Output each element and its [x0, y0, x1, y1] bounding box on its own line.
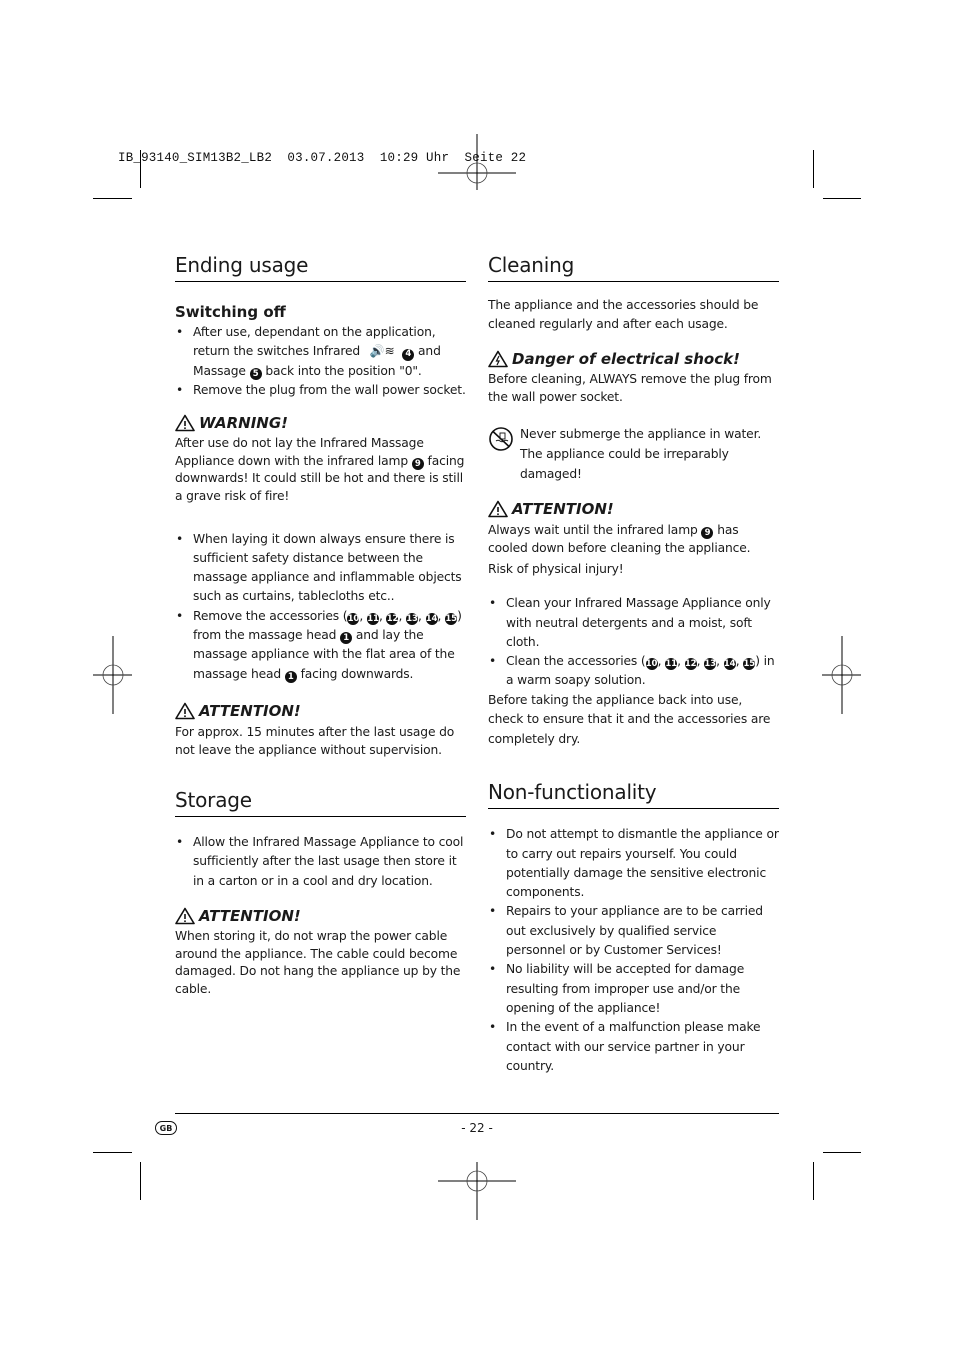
attention-text: For approx. 15 minutes after the last us… [175, 724, 455, 757]
part-number-badge: 4 [402, 348, 415, 361]
part-number-badge: 1 [284, 670, 297, 683]
no-submerge-line1: Never submerge the appliance in water. [520, 427, 762, 441]
crop-mark [93, 198, 132, 199]
warning-triangle-icon [488, 500, 508, 518]
heading-cleaning: Cleaning [488, 252, 779, 282]
section-non-functionality: Non-functionality Do not attempt to dism… [488, 779, 779, 1076]
attention-heading: ATTENTION! [488, 498, 779, 520]
registration-mark [438, 1162, 516, 1220]
list-item: Remove the plug from the wall power sock… [175, 381, 466, 401]
country-badge: GB [155, 1121, 177, 1135]
crop-mark [140, 1162, 141, 1200]
cleaning-intro: The appliance and the accessories should… [488, 298, 759, 331]
section-cleaning: Cleaning The appliance and the accessori… [488, 252, 779, 749]
list-item: Clean the accessories (10, 11, 12, 13, 1… [488, 652, 779, 691]
heading-non-functionality: Non-functionality [488, 779, 779, 810]
risk-text: Risk of physical injury! [488, 562, 624, 577]
accessory-badge: 15 [743, 658, 756, 671]
storage-list: Allow the Infrared Massage Appliance to … [175, 833, 466, 891]
accessory-badge: 10 [347, 613, 360, 625]
section-ending-usage: Ending usage Switching off After use, de… [175, 252, 466, 759]
attention-text: When storing it, do not wrap the power c… [175, 928, 461, 997]
cleaning-list: Clean your Infrared Massage Appliance on… [488, 594, 779, 690]
part-number-badge: 9 [411, 458, 424, 471]
part-number-badge: 1 [340, 632, 353, 645]
accessory-badge: 12 [684, 658, 697, 671]
attention-heading: ATTENTION! [175, 905, 466, 927]
accessory-badge: 14 [723, 658, 736, 671]
list-item: Remove the accessories (10, 11, 12, 13, … [175, 607, 466, 684]
page-number: - 22 - [461, 1121, 493, 1135]
warning-text: After use do not lay the Infrared Massag… [175, 436, 465, 503]
accessory-badge: 13 [704, 658, 717, 671]
list-item: When laying it down always ensure there … [175, 530, 466, 607]
footer-rule [175, 1113, 779, 1114]
infrared-icon: 🔊≋ [369, 344, 395, 359]
list-item: In the event of a malfunction please mak… [488, 1018, 779, 1076]
list-item: Clean your Infrared Massage Appliance on… [488, 594, 779, 652]
crop-mark [813, 150, 814, 188]
section-storage: Storage Allow the Infrared Massage Appli… [175, 787, 466, 999]
list-item: Allow the Infrared Massage Appliance to … [175, 833, 466, 891]
danger-heading: Danger of electrical shock! [488, 348, 779, 370]
subheading-switching-off: Switching off [175, 303, 286, 321]
registration-mark [93, 636, 132, 714]
warning-triangle-icon [175, 414, 195, 432]
non-functionality-list: Do not attempt to dismantle the applianc… [488, 825, 779, 1076]
list-item: Repairs to your appliance are to be carr… [488, 902, 779, 960]
heading-storage: Storage [175, 787, 466, 817]
cleaning-outro: Before taking the appliance back into us… [488, 692, 771, 746]
part-number-badge: 5 [249, 367, 262, 380]
list-item: No liability will be accepted for damage… [488, 960, 779, 1018]
no-submerge-line2: The appliance could be irreparably damag… [520, 447, 729, 481]
accessory-badge: 15 [445, 613, 458, 625]
crop-mark [140, 150, 141, 188]
accessory-badge: 13 [406, 613, 419, 625]
heading-ending-usage: Ending usage [175, 252, 466, 282]
left-column: Ending usage Switching off After use, de… [175, 252, 466, 999]
warning-triangle-icon [175, 907, 195, 925]
danger-text: Before cleaning, ALWAYS remove the plug … [488, 372, 772, 404]
part-number-badge: 9 [701, 527, 714, 540]
crop-mark [823, 1152, 861, 1153]
accessory-badge: 10 [645, 658, 658, 671]
warning-triangle-icon [175, 702, 195, 720]
crop-mark [813, 1162, 814, 1200]
attention-text: Always wait until the infrared lamp 9 ha… [488, 523, 751, 556]
registration-mark [438, 134, 516, 190]
laying-down-list: When laying it down always ensure there … [175, 530, 466, 684]
no-submerge-notice: Never submerge the appliance in water. T… [488, 424, 779, 484]
no-submerge-icon [489, 427, 513, 451]
electric-shock-warning-icon [488, 350, 508, 368]
warning-heading: WARNING! [175, 412, 466, 434]
crop-mark [93, 1152, 132, 1153]
accessory-badge: 11 [366, 613, 379, 625]
accessory-badge: 14 [425, 613, 438, 625]
attention-heading: ATTENTION! [175, 700, 466, 722]
list-item: Do not attempt to dismantle the applianc… [488, 825, 779, 902]
list-item: After use, dependant on the application,… [175, 323, 466, 381]
right-column: Cleaning The appliance and the accessori… [488, 252, 779, 1076]
switching-off-list: After use, dependant on the application,… [175, 323, 466, 400]
registration-mark [822, 636, 861, 714]
crop-mark [823, 198, 861, 199]
accessory-badge: 12 [386, 613, 399, 625]
accessory-badge: 11 [665, 658, 678, 671]
